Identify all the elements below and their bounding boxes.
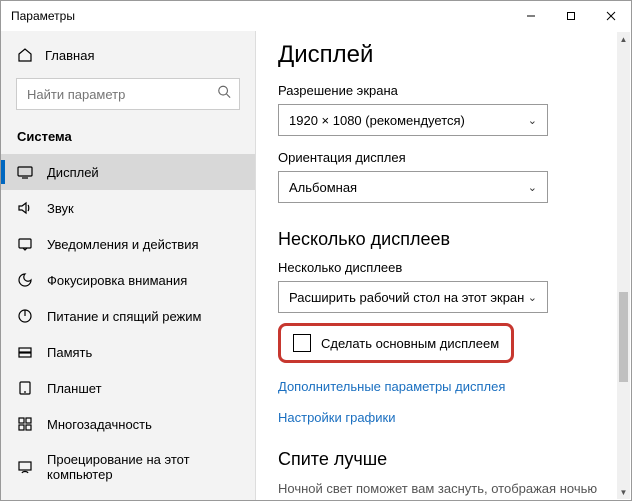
page-title: Дисплей bbox=[278, 41, 609, 69]
sidebar-home-label: Главная bbox=[45, 48, 94, 63]
sidebar-item-label: Планшет bbox=[47, 381, 102, 396]
chevron-down-icon: ⌄ bbox=[528, 181, 537, 194]
multi-label: Несколько дисплеев bbox=[278, 260, 609, 275]
orientation-value: Альбомная bbox=[289, 180, 357, 195]
sidebar-item-label: Проецирование на этот компьютер bbox=[47, 452, 239, 482]
storage-icon bbox=[17, 344, 33, 360]
primary-display-checkbox[interactable]: Сделать основным дисплеем bbox=[278, 323, 514, 363]
sidebar-item-tablet[interactable]: Планшет bbox=[1, 370, 255, 406]
sidebar-item-label: Дисплей bbox=[47, 165, 99, 180]
scroll-down-icon[interactable]: ▼ bbox=[617, 485, 630, 499]
chevron-down-icon: ⌄ bbox=[528, 114, 537, 127]
sidebar-item-notifications[interactable]: Уведомления и действия bbox=[1, 226, 255, 262]
orientation-combo[interactable]: Альбомная ⌄ bbox=[278, 171, 548, 203]
sidebar-item-label: Питание и спящий режим bbox=[47, 309, 201, 324]
scroll-up-icon[interactable]: ▲ bbox=[617, 32, 630, 46]
sidebar-item-power[interactable]: Питание и спящий режим bbox=[1, 298, 255, 334]
checkbox-label: Сделать основным дисплеем bbox=[321, 336, 499, 351]
sidebar-item-focus[interactable]: Фокусировка внимания bbox=[1, 262, 255, 298]
sidebar: Главная Система Дисплей Звук Уведомления… bbox=[1, 31, 256, 500]
sidebar-item-multitask[interactable]: Многозадачность bbox=[1, 406, 255, 442]
checkbox-box bbox=[293, 334, 311, 352]
resolution-combo[interactable]: 1920 × 1080 (рекомендуется) ⌄ bbox=[278, 104, 548, 136]
resolution-value: 1920 × 1080 (рекомендуется) bbox=[289, 113, 465, 128]
sidebar-item-display[interactable]: Дисплей bbox=[1, 154, 255, 190]
sidebar-item-label: Уведомления и действия bbox=[47, 237, 199, 252]
sidebar-item-label: Многозадачность bbox=[47, 417, 152, 432]
titlebar: Параметры bbox=[1, 1, 631, 31]
close-button[interactable] bbox=[591, 1, 631, 31]
scrollbar[interactable]: ▲ ▼ bbox=[617, 32, 630, 499]
sidebar-home[interactable]: Главная bbox=[1, 39, 255, 71]
minimize-button[interactable] bbox=[511, 1, 551, 31]
multi-combo[interactable]: Расширить рабочий стол на этот экран ⌄ bbox=[278, 281, 548, 313]
orientation-label: Ориентация дисплея bbox=[278, 150, 609, 165]
display-icon bbox=[17, 164, 33, 180]
projecting-icon bbox=[17, 459, 33, 475]
sidebar-item-storage[interactable]: Память bbox=[1, 334, 255, 370]
focus-icon bbox=[17, 272, 33, 288]
sidebar-nav: Дисплей Звук Уведомления и действия Фоку… bbox=[1, 154, 255, 500]
window-title: Параметры bbox=[11, 9, 511, 23]
notifications-icon bbox=[17, 236, 33, 252]
graphics-settings-link[interactable]: Настройки графики bbox=[278, 410, 609, 425]
tablet-icon bbox=[17, 380, 33, 396]
multi-heading: Несколько дисплеев bbox=[278, 229, 609, 250]
home-icon bbox=[17, 47, 33, 63]
scroll-thumb[interactable] bbox=[619, 292, 628, 382]
advanced-display-link[interactable]: Дополнительные параметры дисплея bbox=[278, 379, 609, 394]
power-icon bbox=[17, 308, 33, 324]
maximize-button[interactable] bbox=[551, 1, 591, 31]
sleep-heading: Спите лучше bbox=[278, 449, 609, 470]
multi-value: Расширить рабочий стол на этот экран bbox=[289, 290, 524, 305]
sidebar-item-sound[interactable]: Звук bbox=[1, 190, 255, 226]
sidebar-item-label: Фокусировка внимания bbox=[47, 273, 187, 288]
sleep-description: Ночной свет поможет вам заснуть, отображ… bbox=[278, 480, 609, 500]
search-wrap bbox=[17, 79, 239, 109]
chevron-down-icon: ⌄ bbox=[528, 291, 537, 304]
window-controls bbox=[511, 1, 631, 31]
resolution-label: Разрешение экрана bbox=[278, 83, 609, 98]
search-input[interactable] bbox=[17, 79, 239, 109]
multitask-icon bbox=[17, 416, 33, 432]
search-icon bbox=[217, 85, 231, 104]
sidebar-item-label: Память bbox=[47, 345, 92, 360]
main-panel: Дисплей Разрешение экрана 1920 × 1080 (р… bbox=[256, 31, 631, 500]
sidebar-item-shared[interactable]: Общие возможности bbox=[1, 492, 255, 500]
sidebar-item-projecting[interactable]: Проецирование на этот компьютер bbox=[1, 442, 255, 492]
sound-icon bbox=[17, 200, 33, 216]
sidebar-item-label: Звук bbox=[47, 201, 74, 216]
sidebar-section-label: Система bbox=[1, 117, 255, 154]
